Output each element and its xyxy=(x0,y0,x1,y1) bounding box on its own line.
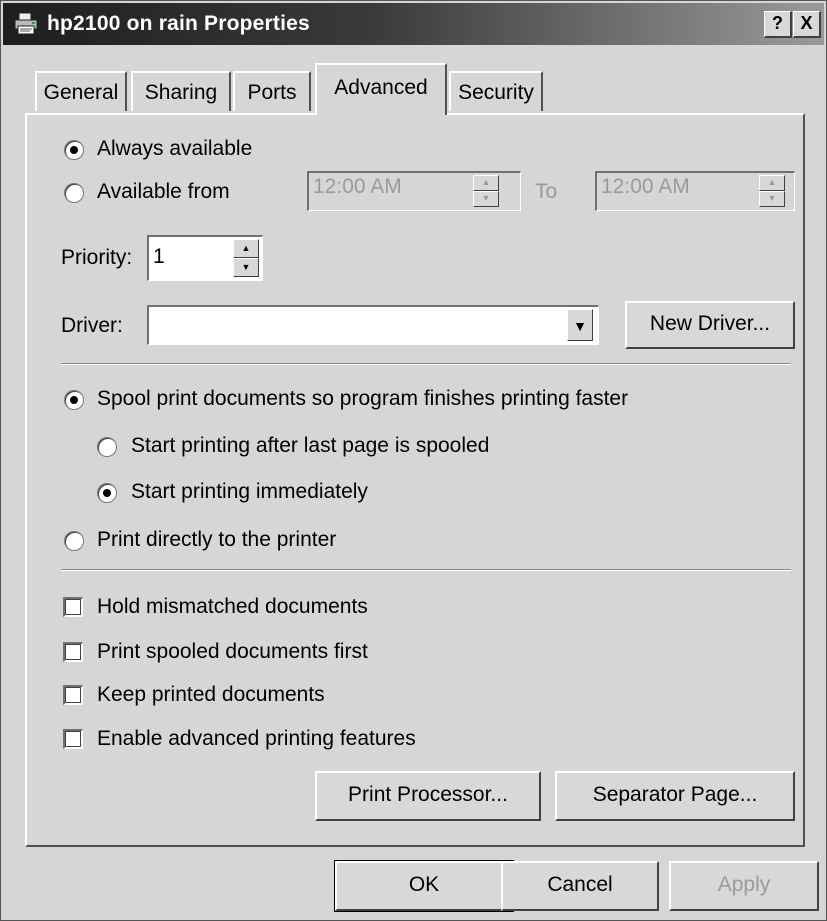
to-label: To xyxy=(535,180,558,203)
tab-general[interactable]: General xyxy=(35,71,127,111)
available-from-radio[interactable] xyxy=(64,183,84,203)
keep-printed-checkbox[interactable] xyxy=(63,685,83,705)
tab-ports[interactable]: Ports xyxy=(233,71,311,111)
from-time-spinner[interactable]: ▲ ▼ xyxy=(473,175,499,207)
tab-security[interactable]: Security xyxy=(449,71,543,111)
spin-down-icon[interactable]: ▼ xyxy=(759,191,785,207)
hold-mismatched-checkbox[interactable] xyxy=(63,597,83,617)
print-directly-label: Print directly to the printer xyxy=(97,528,337,551)
ok-button[interactable]: OK xyxy=(334,860,514,912)
spin-up-icon[interactable]: ▲ xyxy=(473,175,499,191)
print-directly-radio[interactable] xyxy=(64,531,84,551)
new-driver-button[interactable]: New Driver... xyxy=(625,301,795,349)
always-available-radio[interactable] xyxy=(64,140,84,160)
spin-up-icon[interactable]: ▲ xyxy=(233,239,259,258)
tab-advanced[interactable]: Advanced xyxy=(315,63,447,115)
chevron-down-icon[interactable]: ▼ xyxy=(567,309,593,341)
start-after-last-page-label: Start printing after last page is spoole… xyxy=(131,434,490,457)
driver-select[interactable] xyxy=(147,305,599,345)
help-button[interactable]: ? xyxy=(764,11,792,38)
radio-selected-dot xyxy=(70,146,78,154)
spool-radio[interactable] xyxy=(64,390,84,410)
divider xyxy=(61,363,791,365)
spin-down-icon[interactable]: ▼ xyxy=(473,191,499,207)
title-bar[interactable]: hp2100 on rain Properties ? X xyxy=(3,3,824,45)
start-after-last-page-radio[interactable] xyxy=(97,437,117,457)
print-spooled-first-checkbox[interactable] xyxy=(63,642,83,662)
hold-mismatched-label: Hold mismatched documents xyxy=(97,595,368,618)
print-spooled-first-label: Print spooled documents first xyxy=(97,640,368,663)
spin-down-icon[interactable]: ▼ xyxy=(233,258,259,277)
radio-selected-dot xyxy=(70,396,78,404)
apply-button[interactable]: Apply xyxy=(669,861,819,911)
close-button[interactable]: X xyxy=(793,11,821,38)
enable-advanced-features-checkbox[interactable] xyxy=(63,729,83,749)
printer-properties-dialog: hp2100 on rain Properties ? X General Sh… xyxy=(0,0,827,921)
spool-label: Spool print documents so program finishe… xyxy=(97,387,629,410)
window-title: hp2100 on rain Properties xyxy=(47,12,310,35)
start-immediately-radio[interactable] xyxy=(97,483,117,503)
always-available-label: Always available xyxy=(97,137,253,160)
tab-sharing[interactable]: Sharing xyxy=(131,71,231,111)
start-immediately-label: Start printing immediately xyxy=(131,480,368,503)
separator-page-button[interactable]: Separator Page... xyxy=(555,771,795,821)
divider xyxy=(61,569,791,571)
priority-spinner[interactable]: ▲ ▼ xyxy=(233,239,259,277)
keep-printed-label: Keep printed documents xyxy=(97,683,325,706)
to-time-spinner[interactable]: ▲ ▼ xyxy=(759,175,785,207)
advanced-tab-panel: Always available Available from 12:00 AM… xyxy=(25,113,805,847)
enable-advanced-features-label: Enable advanced printing features xyxy=(97,727,416,750)
printer-icon xyxy=(14,12,38,35)
cancel-button[interactable]: Cancel xyxy=(501,861,659,911)
available-from-label: Available from xyxy=(97,180,230,203)
spin-up-icon[interactable]: ▲ xyxy=(759,175,785,191)
priority-label: Priority: xyxy=(61,246,133,269)
print-processor-button[interactable]: Print Processor... xyxy=(315,771,541,821)
driver-label: Driver: xyxy=(61,314,123,337)
radio-selected-dot xyxy=(103,489,111,497)
